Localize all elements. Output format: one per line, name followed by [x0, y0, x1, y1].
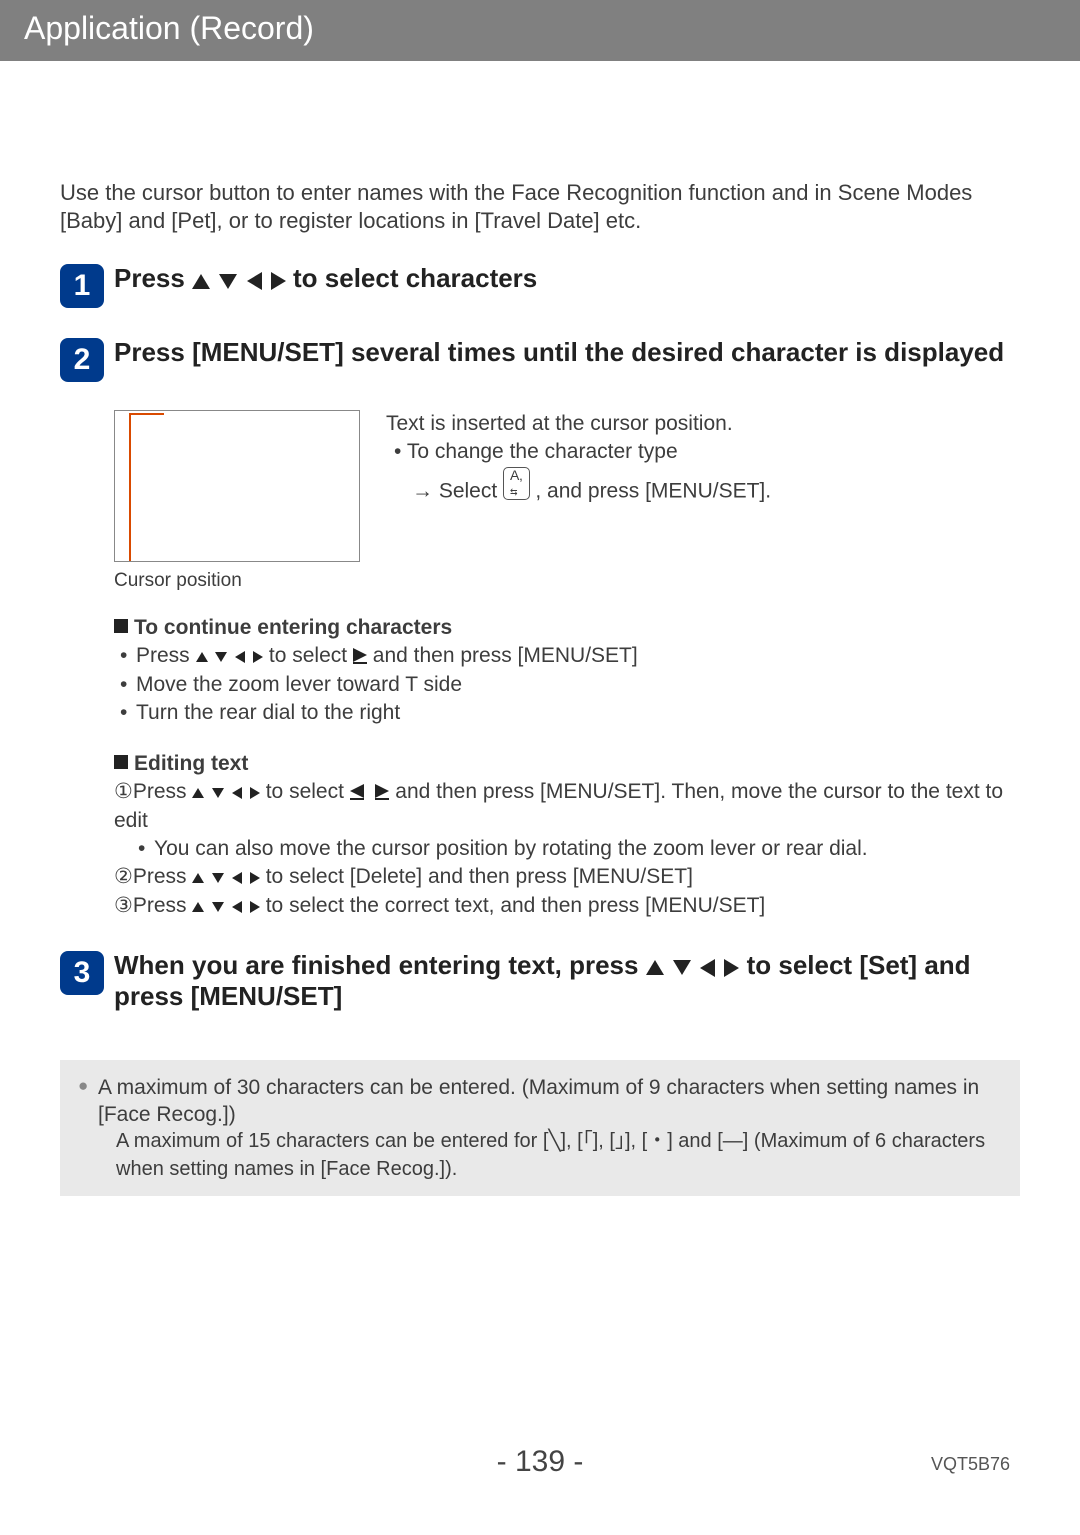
- square-bullet-icon: [114, 755, 128, 769]
- note-sub-b1: ], [: [560, 1130, 582, 1152]
- note-box: A maximum of 30 characters can be entere…: [60, 1060, 1020, 1197]
- cursor-indicator-icon: [129, 413, 131, 561]
- edit-3-pre: Press: [133, 894, 193, 917]
- fig-side-3a: → Select: [412, 479, 503, 502]
- step-2-badge: 2: [60, 338, 104, 382]
- arrow-cluster-icon: [192, 265, 286, 295]
- backslash-icon: ╲: [548, 1130, 560, 1152]
- document-code: VQT5B76: [931, 1454, 1010, 1475]
- continue-item-2: Move the zoom lever toward T side: [114, 671, 1020, 699]
- figure-caption-side: Text is inserted at the cursor position.…: [386, 410, 771, 562]
- char-type-key-icon: A‚⇆: [503, 467, 529, 501]
- page-number: - 139 -: [0, 1445, 1080, 1479]
- cont-a-post: and then press [MENU/SET]: [373, 644, 638, 667]
- step-3: 3 When you are finished entering text, p…: [60, 951, 1020, 1012]
- bullet-icon: •: [394, 440, 401, 463]
- cursor-diagram: [114, 410, 360, 562]
- editing-item-1-note: You can also move the cursor position by…: [132, 835, 1020, 863]
- play-backward-icon: [350, 784, 364, 798]
- continue-heading: To continue entering characters: [114, 614, 1020, 642]
- circled-1-icon: ①: [114, 780, 133, 803]
- header-title: Application (Record): [24, 10, 314, 46]
- note-sub-b3: ], [: [625, 1130, 647, 1152]
- editing-block: Editing text ①Press to select and then p…: [114, 750, 1020, 921]
- figure-label: Cursor position: [114, 570, 1020, 592]
- continue-item-3: Turn the rear dial to the right: [114, 699, 1020, 727]
- step-3-text: When you are finished entering text, pre…: [114, 951, 1020, 1012]
- step-1-post: to select characters: [293, 263, 537, 293]
- cont-a-pre: Press: [136, 644, 196, 667]
- note-sub-c: ] and [: [667, 1130, 723, 1152]
- step-1-badge: 1: [60, 264, 104, 308]
- arrow-cluster-icon: [196, 643, 264, 671]
- continue-item-1: Press to select and then press [MENU/SET…: [114, 642, 1020, 671]
- note-sub: A maximum of 15 characters can be entere…: [116, 1128, 1000, 1182]
- editing-heading-text: Editing text: [134, 752, 248, 775]
- play-forward-icon: [375, 784, 389, 798]
- arrow-cluster-icon: [646, 952, 740, 982]
- intro-text: Use the cursor button to enter names wit…: [60, 179, 1020, 234]
- fig-side-2: To change the character type: [407, 440, 678, 463]
- step-3-badge: 3: [60, 951, 104, 995]
- edit-1-mid: to select: [266, 780, 350, 803]
- edit-2-post: to select [Delete] and then press [MENU/…: [266, 865, 693, 888]
- note-main: A maximum of 30 characters can be entere…: [98, 1074, 1000, 1129]
- play-forward-icon: [353, 648, 367, 662]
- step-3-pre: When you are finished entering text, pre…: [114, 950, 646, 980]
- editing-item-3: ③Press to select the correct text, and t…: [114, 892, 1020, 921]
- editing-item-2: ②Press to select [Delete] and then press…: [114, 863, 1020, 892]
- arrow-cluster-icon: [192, 864, 260, 892]
- arrow-cluster-icon: [192, 892, 260, 920]
- step-1-pre: Press: [114, 263, 192, 293]
- continue-heading-text: To continue entering characters: [134, 616, 452, 639]
- left-bracket-icon: 「: [583, 1131, 593, 1154]
- circled-3-icon: ③: [114, 894, 133, 917]
- fig-side-3b: , and press [MENU/SET].: [535, 479, 771, 502]
- edit-1-pre: Press: [133, 780, 193, 803]
- step-2: 2 Press [MENU/SET] several times until t…: [60, 338, 1020, 382]
- square-bullet-icon: [114, 619, 128, 633]
- arrow-cluster-icon: [192, 778, 260, 806]
- step-1: 1 Press to select characters: [60, 264, 1020, 308]
- edit-2-pre: Press: [133, 865, 193, 888]
- editing-item-1: ①Press to select and then press [MENU/SE…: [114, 778, 1020, 863]
- continue-block: To continue entering characters Press to…: [114, 614, 1020, 728]
- figure-row: Text is inserted at the cursor position.…: [114, 410, 1020, 562]
- page-content: Use the cursor button to enter names wit…: [0, 61, 1080, 1196]
- step-2-text: Press [MENU/SET] several times until the…: [114, 338, 1004, 368]
- note-sub-b2: ], [: [593, 1130, 615, 1152]
- note-sub-a: A maximum of 15 characters can be entere…: [116, 1130, 548, 1152]
- fig-side-1: Text is inserted at the cursor position.: [386, 410, 771, 438]
- step-1-text: Press to select characters: [114, 264, 537, 295]
- page-header: Application (Record): [0, 0, 1080, 61]
- editing-heading: Editing text: [114, 750, 1020, 778]
- circled-2-icon: ②: [114, 865, 133, 888]
- dot-icon: ・: [647, 1130, 667, 1152]
- cont-a-mid: to select: [269, 644, 353, 667]
- dash-icon: ―: [723, 1130, 743, 1152]
- right-bracket-icon: 」: [615, 1131, 625, 1154]
- edit-3-post: to select the correct text, and then pre…: [266, 894, 766, 917]
